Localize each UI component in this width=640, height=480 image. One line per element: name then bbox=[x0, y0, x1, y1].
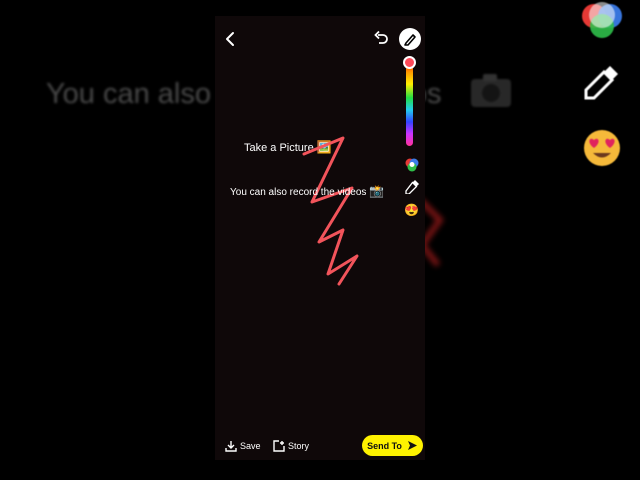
palette-icon[interactable] bbox=[404, 157, 420, 173]
caption-take-picture[interactable]: Take a Picture 🖼️ bbox=[244, 140, 332, 155]
bottom-bar: Save Story Send To bbox=[215, 432, 425, 460]
top-bar bbox=[215, 16, 425, 60]
send-arrow-icon bbox=[407, 441, 417, 450]
backdrop-camera-icon bbox=[471, 74, 511, 107]
story-icon bbox=[273, 440, 285, 452]
color-slider[interactable] bbox=[406, 60, 413, 146]
caption-record-videos[interactable]: You can also record the videos 📸 bbox=[230, 184, 384, 200]
pen-icon[interactable] bbox=[399, 28, 421, 50]
download-icon bbox=[225, 441, 237, 452]
back-icon[interactable] bbox=[223, 31, 237, 47]
camera-emoji: 📸 bbox=[369, 184, 385, 198]
picture-emoji: 🖼️ bbox=[316, 140, 332, 154]
story-button[interactable]: Story bbox=[273, 438, 309, 454]
emoji-icon[interactable]: 😍 bbox=[404, 202, 420, 218]
color-slider-knob[interactable] bbox=[403, 56, 416, 69]
save-label: Save bbox=[240, 441, 261, 451]
drawn-red-stroke bbox=[302, 136, 359, 286]
backdrop-dropper-icon bbox=[584, 66, 618, 100]
send-to-label: Send To bbox=[367, 440, 402, 451]
save-button[interactable]: Save bbox=[225, 438, 261, 454]
send-to-button[interactable]: Send To bbox=[362, 435, 423, 456]
caption-text: You can also record the videos bbox=[230, 187, 367, 198]
undo-icon[interactable] bbox=[373, 30, 389, 46]
backdrop-emoji-icon bbox=[582, 128, 622, 173]
story-label: Story bbox=[288, 441, 310, 451]
dropper-icon[interactable] bbox=[405, 179, 420, 194]
caption-text: Take a Picture bbox=[244, 142, 314, 154]
backdrop-palette-icon bbox=[582, 2, 622, 38]
phone-screen: 😍 Take a Picture 🖼️ You can also record t… bbox=[215, 16, 425, 460]
